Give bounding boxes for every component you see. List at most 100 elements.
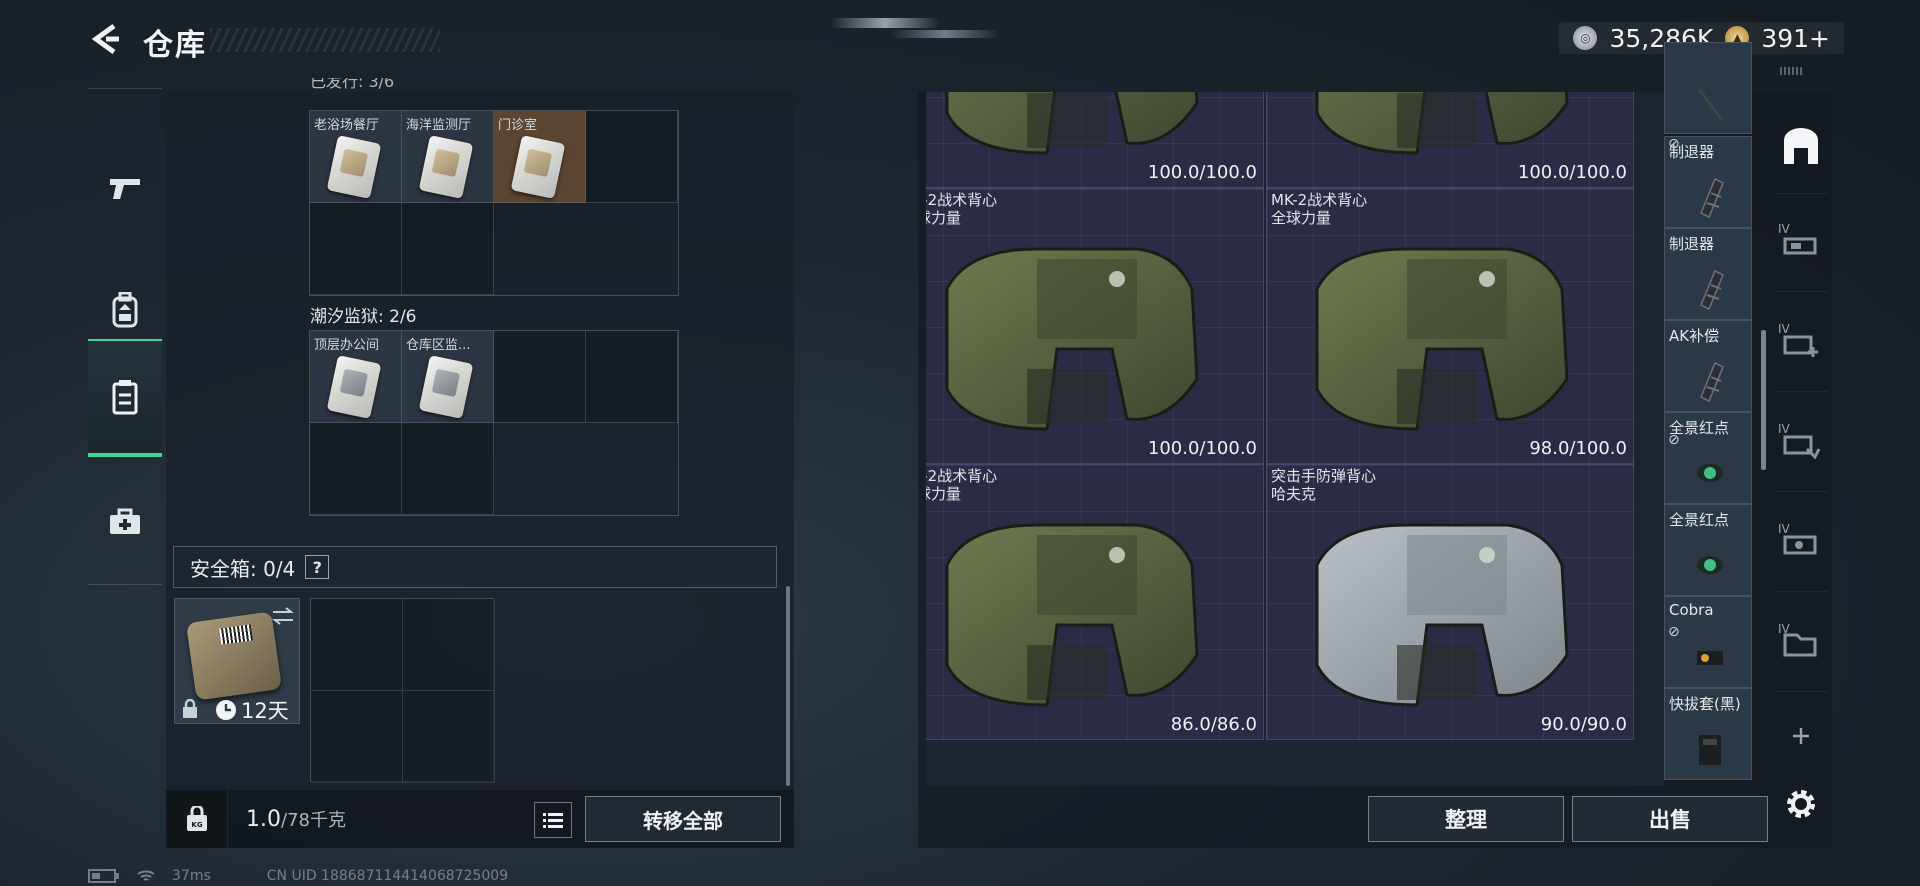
safe-box-label: 安全箱: 0/4 <box>190 556 296 581</box>
keycard-icon <box>326 135 382 199</box>
swap-icon[interactable] <box>271 607 295 625</box>
attachment-slot[interactable]: 快拔套(黑) <box>1664 688 1752 780</box>
stash-tab[interactable]: IV <box>1774 196 1828 292</box>
safe-box-grid <box>310 598 495 783</box>
carry-weight: 1.0/78千克 <box>246 807 346 832</box>
tide-prison-label: 潮汐监狱: 2/6 <box>310 307 417 327</box>
backpack-icon <box>112 292 138 328</box>
safe-case-timer: 12天 <box>241 699 289 723</box>
empty-slot[interactable] <box>310 423 402 515</box>
vest-title: 突击手防弹背心 <box>1271 467 1377 485</box>
vest-item-slot[interactable]: 突击手防弹背心 哈夫克 90.0/90.0 <box>1266 464 1634 740</box>
right-footer: 整理 出售 <box>918 792 1832 848</box>
key-card-slot[interactable]: 老浴场餐厅 <box>310 111 402 203</box>
key-card-slot[interactable]: 仓库区监... <box>402 331 494 423</box>
vest-name: MK-2战术背心全球力量 <box>1271 191 1367 227</box>
ceiling-light <box>830 18 940 28</box>
compensator-icon <box>1700 361 1724 403</box>
empty-slot[interactable] <box>586 331 678 423</box>
stash-tab[interactable]: IV <box>1774 296 1828 392</box>
settings-button[interactable] <box>1774 756 1828 852</box>
medkit-icon <box>110 508 140 534</box>
empty-slot[interactable] <box>494 331 586 423</box>
attachment-label: AK补偿 <box>1669 327 1720 345</box>
vest-item-slot[interactable]: 100.0/100.0 <box>1266 92 1634 188</box>
nav-weapons[interactable] <box>88 133 162 243</box>
vest-grid: 100.0/100.0 100.0/100.0 MK-2战术背心全球力量100.… <box>926 92 1664 786</box>
vest-icon <box>945 247 1199 431</box>
attachment-slot[interactable]: 制退器 <box>1664 228 1752 320</box>
attachment-slot[interactable] <box>1664 42 1752 134</box>
vest-name: MK-2战术背心全球力量 <box>926 191 997 227</box>
transfer-all-button[interactable]: 转移全部 <box>585 796 781 842</box>
empty-slot[interactable] <box>402 423 494 515</box>
key-card-slot[interactable]: 海洋监测厅 <box>402 111 494 203</box>
stash-tab[interactable]: IV <box>1774 396 1828 492</box>
gold-balance[interactable]: 391+ <box>1761 24 1830 53</box>
key-holder-icon <box>112 380 138 415</box>
no-attachment-icon: ⊘ <box>1668 432 1680 448</box>
storage-tab[interactable] <box>1774 98 1828 194</box>
attachment-label: 制退器 <box>1669 235 1715 253</box>
back-arrow-icon[interactable] <box>88 22 122 56</box>
no-mod-icon <box>1697 88 1723 120</box>
safe-case-slot[interactable]: 12天 <box>174 598 300 724</box>
stash-tab[interactable]: IV <box>1774 596 1828 692</box>
gear-icon <box>1787 790 1815 818</box>
help-icon[interactable]: ? <box>305 555 330 579</box>
list-view-button[interactable] <box>534 802 572 838</box>
vest-item-slot[interactable]: 100.0/100.0 <box>926 92 1264 188</box>
left-scrollbar[interactable] <box>786 586 790 786</box>
vest-title: MK-2战术背心 <box>926 191 998 209</box>
storage-icon <box>1784 127 1818 164</box>
key-card-slot[interactable]: 门诊室 <box>494 111 586 203</box>
no-attachment-icon: ⊘ <box>1668 136 1680 152</box>
signal-decoration <box>1780 67 1804 75</box>
empty-slot[interactable] <box>311 691 403 783</box>
keycard-icon <box>418 355 474 419</box>
left-footer: KG 1.0/78千克 转移全部 <box>166 790 794 848</box>
key-grid-tide-prison: 顶层办公间 仓库区监... <box>309 330 679 516</box>
right-scrollbar[interactable] <box>1761 330 1766 470</box>
vest-durability: 100.0/100.0 <box>1147 438 1257 459</box>
attachment-column: 制退器 制退器 AK补偿 全景红点 全景红点 Cobra 快拔套(黑) ⊘ ⊘ ⊘ <box>1664 42 1752 786</box>
empty-slot[interactable] <box>311 599 403 691</box>
vest-icon <box>1315 523 1569 707</box>
battery-icon <box>88 869 119 883</box>
vest-icon <box>1315 247 1569 431</box>
empty-slot[interactable] <box>586 111 678 203</box>
grid-gap <box>586 203 678 295</box>
section-label-partial: 已发行: 3/6 <box>310 78 395 91</box>
vest-icon <box>945 92 1199 155</box>
empty-slot[interactable] <box>310 203 402 295</box>
stash-tool-column: IV IV IV IV IV <box>1774 92 1828 832</box>
empty-slot[interactable] <box>403 691 495 783</box>
attachment-slot[interactable]: 全景红点 <box>1664 504 1752 596</box>
stash-tab[interactable]: IV <box>1774 496 1828 592</box>
empty-slot[interactable] <box>402 203 494 295</box>
vest-name: MK-2战术背心全球力量 <box>926 467 997 503</box>
attachment-label: 全景红点 <box>1669 511 1730 529</box>
vest-item-slot[interactable]: MK-2战术背心全球力量 100.0/100.0 <box>926 188 1264 464</box>
vest-item-slot[interactable]: MK-2战术背心全球力量 86.0/86.0 <box>926 464 1264 740</box>
title-decoration <box>210 28 440 52</box>
key-card-slot[interactable]: 顶层办公间 <box>310 331 402 423</box>
attachment-slot[interactable]: Cobra <box>1664 596 1752 688</box>
attachment-slot[interactable]: AK补偿 <box>1664 320 1752 412</box>
empty-slot[interactable] <box>403 599 495 691</box>
no-attachment-icon: ⊘ <box>1668 624 1680 640</box>
attachment-slot[interactable]: 全景红点 <box>1664 412 1752 504</box>
nav-keys[interactable] <box>88 339 162 457</box>
red-dot-sight-icon <box>1697 556 1723 574</box>
attachment-label: 快拔套(黑) <box>1669 695 1741 713</box>
vest-brand: 全球力量 <box>926 209 962 227</box>
sell-button[interactable]: 出售 <box>1572 796 1768 842</box>
nav-medical[interactable] <box>88 467 162 577</box>
key-grid-top: 老浴场餐厅 海洋监测厅 门诊室 <box>309 110 679 296</box>
vest-item-slot[interactable]: MK-2战术背心 全球力量 98.0/100.0 <box>1266 188 1634 464</box>
ceiling-light <box>890 30 1000 38</box>
weight-icon: KG <box>166 790 228 848</box>
vest-title: MK-2战术背心 <box>1271 191 1368 209</box>
sort-button[interactable]: 整理 <box>1368 796 1564 842</box>
wifi-icon <box>137 870 155 881</box>
